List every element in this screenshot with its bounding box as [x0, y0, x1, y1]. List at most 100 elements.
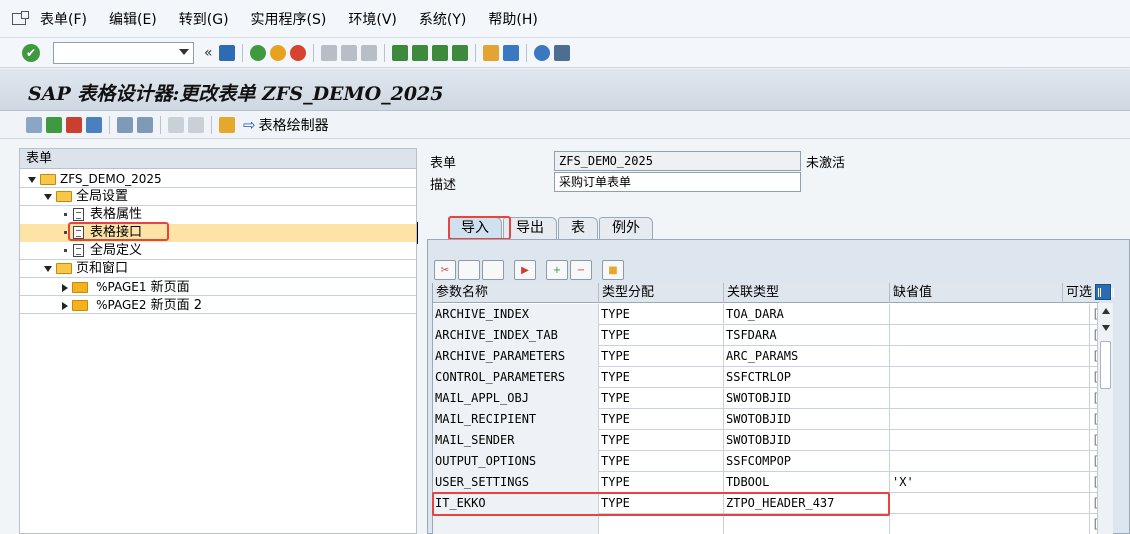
collapse-icon[interactable] [137, 116, 153, 133]
cell-associated-type[interactable]: SWOTOBJID [724, 388, 890, 409]
delete-row-icon[interactable]: − [570, 260, 592, 280]
cell-default-value[interactable] [890, 325, 1090, 346]
last-page-icon[interactable] [451, 44, 468, 61]
shortcut-icon[interactable] [502, 44, 519, 61]
table-row[interactable]: USER_SETTINGS TYPE TDBOOL 'X'[ [433, 472, 1099, 493]
help-icon[interactable] [533, 44, 550, 61]
table-row[interactable]: OUTPUT_OPTIONS TYPE SSFCOMPOP[ [433, 451, 1099, 472]
table-row[interactable]: MAIL_RECIPIENT TYPE SWOTOBJID[ [433, 409, 1099, 430]
table-row[interactable]: ARCHIVE_INDEX TYPE TOA_DARA[ [433, 304, 1099, 325]
cell-typing[interactable]: TYPE [599, 451, 724, 472]
table-row[interactable]: CONTROL_PARAMETERS TYPE SSFCTRLOP[ [433, 367, 1099, 388]
redo-icon[interactable] [188, 116, 204, 133]
print-icon[interactable] [320, 44, 337, 61]
cell-typing[interactable]: TYPE [599, 430, 724, 451]
expand-triangle-icon[interactable] [44, 265, 52, 272]
cell-default-value[interactable] [890, 346, 1090, 367]
cell-parameter-name[interactable]: MAIL_RECIPIENT [433, 409, 599, 430]
cell-default-value[interactable] [890, 367, 1090, 388]
chevron-down-icon[interactable] [179, 48, 189, 55]
column-header-parameter-name[interactable]: 参数名称 [433, 283, 599, 303]
description-field[interactable]: 采购订单表单 [554, 172, 801, 192]
undo-icon[interactable] [168, 116, 184, 133]
next-page-icon[interactable] [431, 44, 448, 61]
cell-parameter-name[interactable]: OUTPUT_OPTIONS [433, 451, 599, 472]
where-used-icon[interactable]: ■ [602, 260, 624, 280]
save-icon[interactable] [218, 44, 235, 61]
cell-associated-type[interactable]: TOA_DARA [724, 304, 890, 325]
cell-typing[interactable]: TYPE [599, 367, 724, 388]
table-row[interactable]: MAIL_APPL_OBJ TYPE SWOTOBJID[ [433, 388, 1099, 409]
cell-typing[interactable]: TYPE [599, 472, 724, 493]
cell-typing[interactable]: TYPE [599, 388, 724, 409]
column-header-associated-type[interactable]: 关联类型 [724, 283, 890, 303]
cell-default-value[interactable] [890, 304, 1090, 325]
cell-parameter-name[interactable]: USER_SETTINGS [433, 472, 599, 493]
first-page-icon[interactable] [391, 44, 408, 61]
cell-typing[interactable]: TYPE [599, 304, 724, 325]
scroll-up-icon[interactable] [1102, 308, 1110, 314]
table-row[interactable]: MAIL_SENDER TYPE SWOTOBJID[ [433, 430, 1099, 451]
column-header-default-value[interactable]: 缺省值 [890, 283, 1063, 303]
cell-typing[interactable] [599, 514, 724, 534]
menu-environment[interactable]: 环境(V) [348, 9, 397, 29]
cell-default-value[interactable] [890, 514, 1090, 534]
cell-associated-type[interactable] [724, 514, 890, 534]
insert-row-icon[interactable]: ▶ [514, 260, 536, 280]
table-row[interactable]: ARCHIVE_PARAMETERS TYPE ARC_PARAMS[ [433, 346, 1099, 367]
tree-node-pages-windows[interactable]: 页和窗口 [20, 260, 416, 278]
check-icon[interactable] [46, 116, 62, 133]
activate-icon[interactable] [66, 116, 82, 133]
menu-form[interactable]: 表单(F) [40, 9, 87, 29]
column-header-typing[interactable]: 类型分配 [599, 283, 724, 303]
cell-default-value[interactable] [890, 409, 1090, 430]
collapse-toolbar-icon[interactable]: « [204, 45, 213, 61]
exit-icon[interactable] [269, 44, 286, 61]
find-next-icon[interactable] [360, 44, 377, 61]
tree-node-page1[interactable]: %PAGE1 新页面 [20, 278, 416, 296]
collapsed-triangle-icon[interactable] [62, 301, 68, 310]
menu-help[interactable]: 帮助(H) [488, 9, 537, 29]
cell-associated-type[interactable]: SSFCTRLOP [724, 367, 890, 388]
cell-parameter-name[interactable]: ARCHIVE_INDEX [433, 304, 599, 325]
cell-associated-type[interactable]: SWOTOBJID [724, 409, 890, 430]
system-menu-icon[interactable] [12, 10, 29, 25]
append-row-icon[interactable]: + [546, 260, 568, 280]
paste-icon[interactable] [482, 260, 504, 280]
enter-check-icon[interactable]: ✔ [22, 43, 40, 62]
tab-export[interactable]: 导出 [503, 217, 557, 239]
display-change-icon[interactable] [26, 116, 42, 133]
tree-node-global-definitions[interactable]: 全局定义 [20, 242, 416, 260]
cell-default-value[interactable] [890, 451, 1090, 472]
cell-parameter-name[interactable]: MAIL_SENDER [433, 430, 599, 451]
menu-edit[interactable]: 编辑(E) [109, 9, 157, 29]
tab-tables[interactable]: 表 [558, 217, 598, 239]
cell-parameter-name[interactable] [433, 514, 599, 534]
form-name-field[interactable]: ZFS_DEMO_2025 [554, 151, 801, 171]
cell-default-value[interactable]: 'X' [890, 472, 1090, 493]
field-list-icon[interactable] [219, 116, 235, 133]
command-field[interactable] [53, 41, 194, 64]
scroll-down-icon[interactable] [1102, 325, 1110, 331]
find-icon[interactable] [340, 44, 357, 61]
tree-node-root[interactable]: ZFS_DEMO_2025 [20, 170, 416, 188]
cell-associated-type[interactable]: ARC_PARAMS [724, 346, 890, 367]
form-painter-button[interactable]: ⇨ 表格绘制器 [243, 115, 329, 135]
copy-icon[interactable] [458, 260, 480, 280]
cell-typing[interactable]: TYPE [599, 325, 724, 346]
expand-triangle-icon[interactable] [44, 193, 52, 200]
layout-menu-icon[interactable] [553, 44, 570, 61]
table-layout-icon[interactable] [1095, 284, 1114, 300]
cell-associated-type[interactable]: TDBOOL [724, 472, 890, 493]
cell-parameter-name[interactable]: MAIL_APPL_OBJ [433, 388, 599, 409]
scroll-thumb[interactable] [1100, 341, 1111, 389]
menu-utilities[interactable]: 实用程序(S) [251, 9, 327, 29]
cell-default-value[interactable] [890, 493, 1090, 514]
cell-associated-type[interactable]: SSFCOMPOP [724, 451, 890, 472]
cancel-icon[interactable] [289, 44, 306, 61]
tree-node-page2[interactable]: %PAGE2 新页面 2 [20, 296, 416, 314]
cut-icon[interactable]: ✂ [434, 260, 456, 280]
expand-triangle-icon[interactable] [28, 176, 36, 183]
cell-parameter-name[interactable]: ARCHIVE_PARAMETERS [433, 346, 599, 367]
previous-page-icon[interactable] [411, 44, 428, 61]
